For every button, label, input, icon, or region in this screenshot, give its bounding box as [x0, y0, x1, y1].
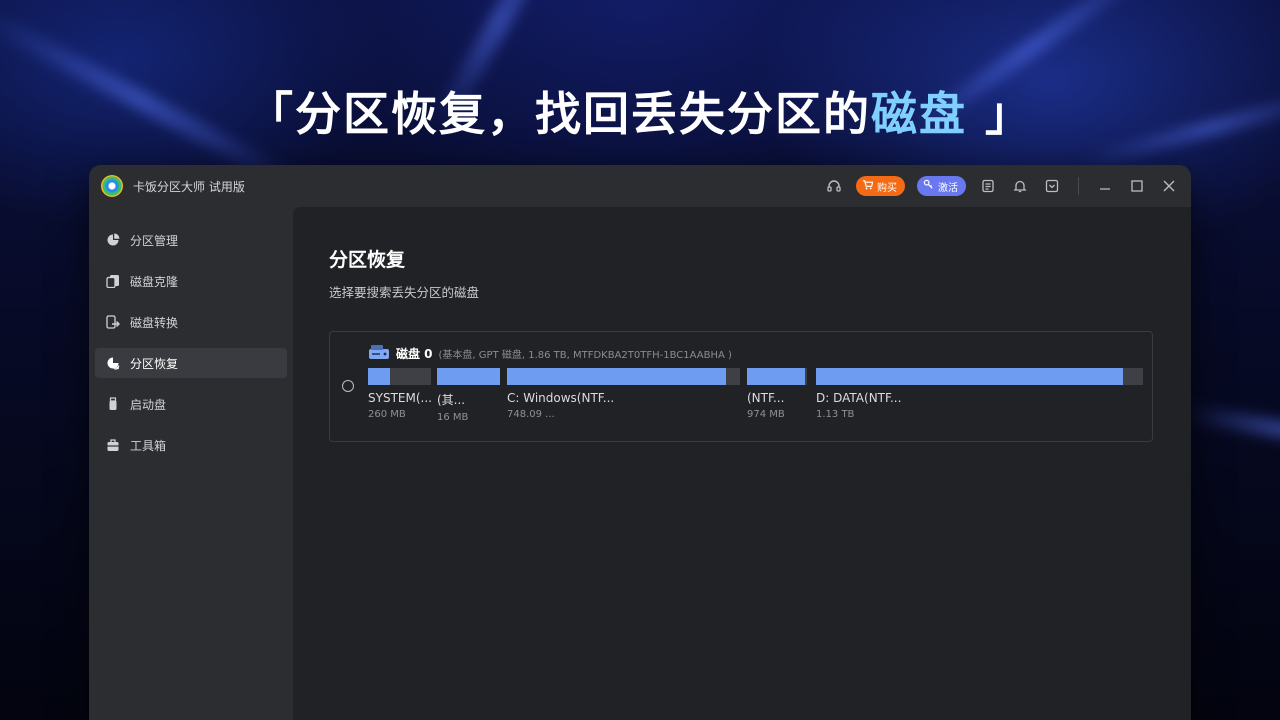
- app-logo-icon: [101, 175, 123, 197]
- page-subtitle: 选择要搜索丢失分区的磁盘: [329, 285, 480, 300]
- partition-name: (NTF...: [747, 391, 785, 405]
- partition-size: 748.09 ...: [507, 409, 555, 420]
- bell-icon[interactable]: [1010, 176, 1030, 196]
- app-title: 卡饭分区大师 试用版: [133, 179, 245, 194]
- app-window: 卡饭分区大师 试用版 购买 激活 分区管理 磁盘克隆 磁盘转换 分区恢复 启动盘…: [89, 165, 1191, 720]
- maximize-icon[interactable]: [1127, 176, 1147, 196]
- partition-usage-fill: [437, 368, 500, 385]
- sidebar-item-disk-convert[interactable]: 磁盘转换: [95, 307, 287, 337]
- activate-label: 激活: [938, 182, 958, 194]
- convert-icon: [105, 315, 120, 330]
- disk-card[interactable]: 磁盘 0 (基本盘, GPT 磁盘, 1.86 TB, MTFDKBA2T0TF…: [329, 331, 1153, 442]
- dropdown-menu-icon[interactable]: [1042, 176, 1062, 196]
- recovery-icon: [105, 356, 120, 371]
- sidebar-item-boot-disk[interactable]: 启动盘: [95, 389, 287, 419]
- partition-usage-fill: [816, 368, 1124, 385]
- headline-highlight: 磁盘: [870, 87, 967, 141]
- partition-bar: [816, 368, 1143, 385]
- sidebar-item-partition-manage[interactable]: 分区管理: [95, 225, 287, 255]
- partition-size: 260 MB: [368, 409, 406, 420]
- disk-header: 磁盘 0 (基本盘, GPT 磁盘, 1.86 TB, MTFDKBA2T0TF…: [368, 344, 732, 363]
- activate-button[interactable]: 激活: [917, 176, 966, 196]
- minimize-icon[interactable]: [1095, 176, 1115, 196]
- title-bar: 卡饭分区大师 试用版 购买 激活: [89, 165, 1191, 207]
- notes-icon[interactable]: [978, 176, 998, 196]
- partition-item[interactable]: (其... 16 MB: [437, 368, 500, 423]
- partition-usage-fill: [507, 368, 727, 385]
- partition-usage-fill: [747, 368, 805, 385]
- disk-radio[interactable]: [342, 380, 354, 392]
- sidebar: 分区管理 磁盘克隆 磁盘转换 分区恢复 启动盘 工具箱: [89, 207, 293, 720]
- partition-bar: [507, 368, 740, 385]
- buy-label: 购买: [877, 182, 897, 194]
- cart-icon: [862, 179, 874, 193]
- sidebar-item-label: 分区管理: [130, 233, 179, 248]
- partition-bar: [437, 368, 500, 385]
- partition-bar: [368, 368, 431, 385]
- sidebar-item-label: 磁盘转换: [130, 315, 179, 330]
- close-icon[interactable]: [1159, 176, 1179, 196]
- partition-name: D: DATA(NTF...: [816, 391, 902, 405]
- partition-item[interactable]: SYSTEM(... 260 MB: [368, 368, 431, 420]
- buy-button[interactable]: 购买: [856, 176, 905, 196]
- usb-icon: [105, 397, 120, 412]
- partition-size: 16 MB: [437, 412, 469, 423]
- promo-headline: 「分区恢复，找回丢失分区的磁盘 」: [0, 78, 1280, 144]
- sidebar-item-label: 分区恢复: [130, 356, 179, 371]
- divider: [1078, 177, 1079, 195]
- disk-icon: [368, 344, 390, 363]
- sidebar-item-toolbox[interactable]: 工具箱: [95, 430, 287, 460]
- sidebar-item-partition-recovery[interactable]: 分区恢复: [95, 348, 287, 378]
- headline-bracket: 」: [966, 87, 1033, 141]
- key-icon: [923, 179, 934, 193]
- partition-item[interactable]: C: Windows(NTF... 748.09 ...: [507, 368, 740, 420]
- page-title: 分区恢复: [329, 249, 406, 271]
- toolbox-icon: [105, 438, 120, 453]
- partition-usage-fill: [368, 368, 391, 385]
- sidebar-item-label: 启动盘: [130, 397, 167, 412]
- sidebar-item-label: 工具箱: [130, 438, 167, 453]
- partition-item[interactable]: D: DATA(NTF... 1.13 TB: [816, 368, 1143, 420]
- disk-info: (基本盘, GPT 磁盘, 1.86 TB, MTFDKBA2T0TFH-1BC…: [438, 350, 732, 361]
- partition-name: C: Windows(NTF...: [507, 391, 615, 405]
- partition-size: 974 MB: [747, 409, 785, 420]
- partition-map: SYSTEM(... 260 MB (其... 16 MB C: Windows…: [368, 368, 1143, 428]
- partition-size: 1.13 TB: [816, 409, 855, 420]
- disk-name: 磁盘 0: [396, 347, 433, 361]
- headset-icon[interactable]: [824, 176, 844, 196]
- sidebar-item-label: 磁盘克隆: [130, 274, 179, 289]
- headline-text: 「分区恢复，找回丢失分区的: [246, 87, 871, 141]
- pie-chart-icon: [105, 233, 120, 248]
- clone-icon: [105, 274, 120, 289]
- main-panel: 分区恢复 选择要搜索丢失分区的磁盘 磁盘 0 (基本盘, GPT 磁盘, 1.8…: [293, 207, 1191, 720]
- partition-item[interactable]: (NTF... 974 MB: [747, 368, 807, 420]
- partition-name: SYSTEM(...: [368, 391, 431, 405]
- partition-name: (其...: [437, 393, 466, 407]
- sidebar-item-disk-clone[interactable]: 磁盘克隆: [95, 266, 287, 296]
- partition-bar: [747, 368, 807, 385]
